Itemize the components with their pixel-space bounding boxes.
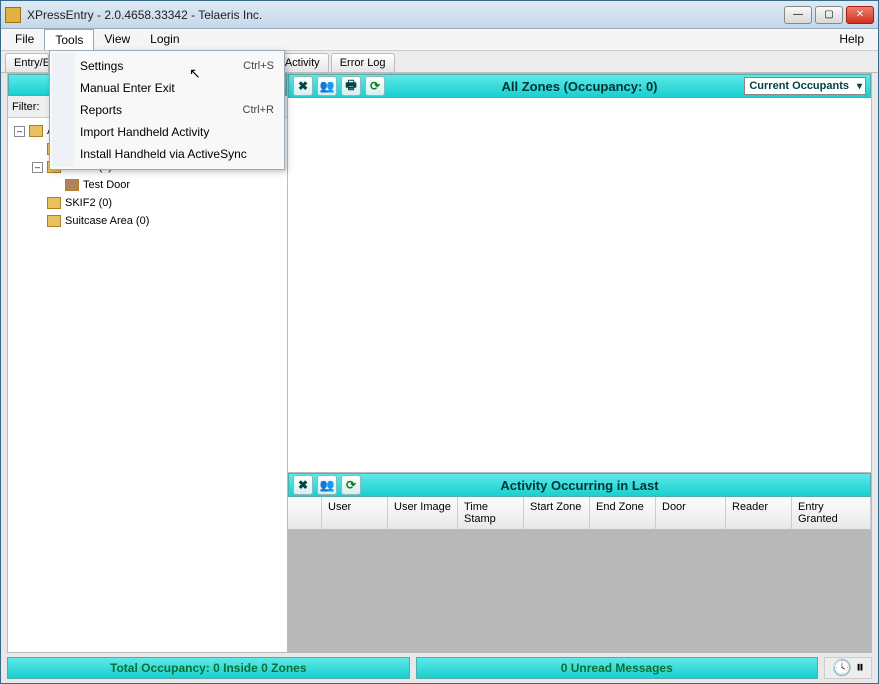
- tree-node-suitcase[interactable]: Suitcase Area (0): [10, 212, 285, 230]
- folder-icon: [47, 215, 61, 227]
- menu-item-install-handheld[interactable]: Install Handheld via ActiveSync: [52, 143, 282, 165]
- title-bar: XPressEntry - 2.0.4658.33342 - Telaeris …: [1, 1, 878, 29]
- activity-users-button[interactable]: 👥: [317, 475, 337, 495]
- tab-entry-exit[interactable]: Entry/Exit: [5, 53, 49, 72]
- status-messages[interactable]: 0 Unread Messages: [416, 657, 819, 679]
- close-button[interactable]: ✕: [846, 6, 874, 24]
- menu-item-import-handheld[interactable]: Import Handheld Activity: [52, 121, 282, 143]
- window-title: XPressEntry - 2.0.4658.33342 - Telaeris …: [27, 8, 784, 22]
- filter-label: Filter:: [12, 101, 40, 113]
- col-entry-granted[interactable]: Entry Granted: [792, 497, 871, 529]
- menu-view[interactable]: View: [94, 29, 140, 50]
- refresh-button[interactable]: ⟳: [365, 76, 385, 96]
- activity-title: Activity Occurring in Last: [289, 478, 870, 493]
- app-window: XPressEntry - 2.0.4658.33342 - Telaeris …: [0, 0, 879, 684]
- menu-help[interactable]: Help: [829, 29, 874, 50]
- col-user[interactable]: User: [322, 497, 388, 529]
- menu-bar: File Tools View Login Help: [1, 29, 878, 51]
- menu-item-label: Reports: [80, 103, 122, 117]
- menu-file[interactable]: File: [5, 29, 44, 50]
- menu-item-reports[interactable]: Reports Ctrl+R: [52, 99, 282, 121]
- folder-icon: [29, 125, 43, 137]
- right-pane: ✖ 👥 🖶 ⟳ All Zones (Occupancy: 0) Current…: [288, 74, 871, 652]
- col-timestamp[interactable]: Time Stamp: [458, 497, 524, 529]
- folder-icon: [47, 197, 61, 209]
- app-icon: [5, 7, 21, 23]
- clock-icon[interactable]: 🕓: [832, 658, 852, 678]
- refresh-icon: ⟳: [346, 478, 356, 492]
- col-reader[interactable]: Reader: [726, 497, 792, 529]
- pause-icon[interactable]: ⏸: [856, 659, 864, 677]
- wrench-icon: ✖: [298, 79, 308, 93]
- activity-tools-button[interactable]: ✖: [293, 475, 313, 495]
- col-blank[interactable]: [288, 497, 322, 529]
- tree-label: SKIF2 (0): [65, 197, 112, 209]
- col-start-zone[interactable]: Start Zone: [524, 497, 590, 529]
- tools-dropdown-menu: Settings Ctrl+S Manual Enter Exit Report…: [49, 50, 285, 170]
- col-user-image[interactable]: User Image: [388, 497, 458, 529]
- status-icons: 🕓 ⏸: [824, 657, 872, 679]
- print-button[interactable]: 🖶: [341, 76, 361, 96]
- activity-header-bar: ✖ 👥 ⟳ Activity Occurring in Last: [288, 473, 871, 497]
- collapse-icon[interactable]: –: [14, 126, 25, 137]
- occupants-dropdown[interactable]: Current Occupants: [744, 77, 866, 95]
- tools-button[interactable]: ✖: [293, 76, 313, 96]
- minimize-button[interactable]: —: [784, 6, 812, 24]
- menu-item-settings[interactable]: Settings Ctrl+S: [52, 55, 282, 77]
- menu-item-label: Import Handheld Activity: [80, 125, 209, 139]
- tree-label: Test Door: [83, 179, 130, 191]
- menu-item-manual-enter-exit[interactable]: Manual Enter Exit: [52, 77, 282, 99]
- tree-node-test-door[interactable]: Test Door: [10, 176, 285, 194]
- zone-tree[interactable]: – All … Outside (0) – SKIF1 (0): [8, 118, 287, 652]
- menu-tools[interactable]: Tools: [44, 29, 94, 50]
- tree-label: Suitcase Area (0): [65, 215, 149, 227]
- activity-grid-body: [288, 530, 871, 652]
- users-icon: 👥: [320, 478, 335, 492]
- status-occupancy: Total Occupancy: 0 Inside 0 Zones: [7, 657, 410, 679]
- print-icon: 🖶: [345, 76, 356, 97]
- users-icon: 👥: [320, 79, 335, 93]
- collapse-icon[interactable]: –: [32, 162, 43, 173]
- activity-pane: ✖ 👥 ⟳ Activity Occurring in Last User Us…: [288, 472, 871, 652]
- menu-item-shortcut: Ctrl+S: [243, 60, 274, 72]
- zones-header-bar: ✖ 👥 🖶 ⟳ All Zones (Occupancy: 0) Current…: [288, 74, 871, 98]
- col-door[interactable]: Door: [656, 497, 726, 529]
- menu-item-label: Settings: [80, 59, 123, 73]
- tree-node-skif2[interactable]: SKIF2 (0): [10, 194, 285, 212]
- refresh-icon: ⟳: [370, 79, 380, 93]
- wrench-icon: ✖: [298, 478, 308, 492]
- maximize-button[interactable]: ▢: [815, 6, 843, 24]
- status-bar: Total Occupancy: 0 Inside 0 Zones 0 Unre…: [7, 657, 872, 679]
- window-buttons: — ▢ ✕: [784, 6, 874, 24]
- door-icon: [65, 179, 79, 191]
- activity-refresh-button[interactable]: ⟳: [341, 475, 361, 495]
- menu-item-label: Manual Enter Exit: [80, 81, 175, 95]
- tab-error-log[interactable]: Error Log: [331, 53, 395, 72]
- users-button[interactable]: 👥: [317, 76, 337, 96]
- menu-item-label: Install Handheld via ActiveSync: [80, 147, 247, 161]
- occupants-view: [288, 98, 871, 472]
- menu-item-shortcut: Ctrl+R: [243, 104, 274, 116]
- activity-grid-header: User User Image Time Stamp Start Zone En…: [288, 497, 871, 530]
- col-end-zone[interactable]: End Zone: [590, 497, 656, 529]
- menu-login[interactable]: Login: [140, 29, 189, 50]
